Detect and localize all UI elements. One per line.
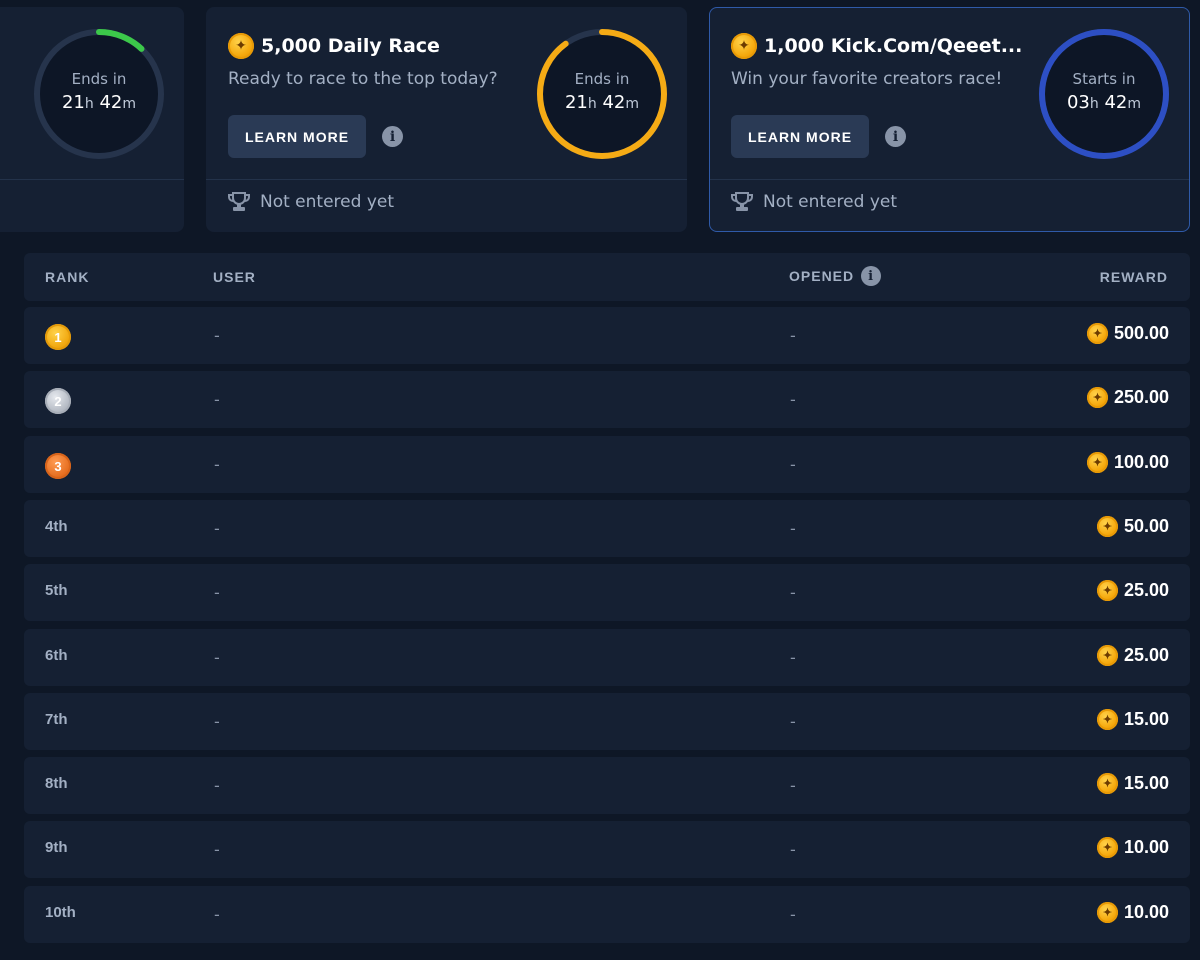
card-divider [0, 179, 184, 180]
timer-label: Ends in [71, 70, 127, 88]
opened-cell: - [790, 840, 796, 859]
opened-cell: - [790, 455, 796, 474]
info-icon[interactable]: i [885, 126, 906, 147]
card-divider [206, 179, 687, 180]
rank-label: 7th [45, 711, 68, 728]
table-row: 6th - - 25.00 [24, 629, 1190, 686]
race-timer-ring: Ends in 21h 42m [535, 27, 669, 161]
opened-cell: - [790, 905, 796, 924]
race-timer-ring: Ends in 21h 42m [32, 27, 166, 161]
user-cell: - [214, 583, 220, 602]
race-description: Ready to race to the top today? [228, 69, 498, 89]
coin-icon [1096, 580, 1118, 601]
coin-icon [1086, 452, 1108, 473]
timer-value: 21h 42m [61, 92, 137, 113]
reward-cell: 50.00 [1096, 516, 1169, 537]
race-card-partial[interactable]: Ends in 21h 42m [0, 7, 184, 232]
table-row: 10th - - 10.00 [24, 886, 1190, 943]
rank-label: 9th [45, 839, 68, 856]
race-timer-ring: Starts in 03h 42m [1037, 27, 1171, 161]
trophy-icon [228, 191, 250, 213]
rank-medal-bronze-icon: 3 [45, 453, 71, 479]
reward-cell: 100.00 [1086, 452, 1169, 473]
trophy-icon [731, 191, 753, 213]
reward-cell: 25.00 [1096, 645, 1169, 666]
coin-icon [1086, 323, 1108, 344]
learn-more-button[interactable]: LEARN MORE [731, 115, 869, 158]
opened-cell: - [790, 519, 796, 538]
race-title: 1,000 Kick.Com/Qeeet... [731, 33, 1022, 59]
coin-icon [731, 33, 757, 59]
entry-status: Not entered yet [731, 191, 897, 213]
rank-medal-gold-icon: 1 [45, 324, 71, 350]
table-row: 4th - - 50.00 [24, 500, 1190, 557]
coin-icon [1096, 902, 1118, 923]
reward-cell: 15.00 [1096, 709, 1169, 730]
user-cell: - [214, 455, 220, 474]
reward-cell: 25.00 [1096, 580, 1169, 601]
coin-icon [228, 33, 254, 59]
user-cell: - [214, 840, 220, 859]
reward-cell: 250.00 [1086, 387, 1169, 408]
opened-cell: - [790, 648, 796, 667]
race-description: Win your favorite creators race! [731, 69, 1003, 89]
learn-more-button[interactable]: LEARN MORE [228, 115, 366, 158]
rank-label: 6th [45, 647, 68, 664]
column-header-reward: REWARD [1099, 269, 1168, 285]
rank-label: 4th [45, 518, 68, 535]
info-icon[interactable]: i [382, 126, 403, 147]
timer-label: Ends in [574, 70, 630, 88]
opened-cell: - [790, 712, 796, 731]
coin-icon [1096, 773, 1118, 794]
table-row: 3 - - 100.00 [24, 436, 1190, 493]
opened-cell: - [790, 326, 796, 345]
table-row: 5th - - 25.00 [24, 564, 1190, 621]
race-card-daily[interactable]: 5,000 Daily Race Ready to race to the to… [206, 7, 687, 232]
user-cell: - [214, 648, 220, 667]
column-header-opened: OPENED i [789, 266, 882, 286]
user-cell: - [214, 326, 220, 345]
timer-value: 21h 42m [564, 92, 640, 113]
user-cell: - [214, 712, 220, 731]
rank-label: 8th [45, 775, 68, 792]
reward-cell: 10.00 [1096, 902, 1169, 923]
reward-cell: 500.00 [1086, 323, 1169, 344]
opened-cell: - [790, 776, 796, 795]
info-icon[interactable]: i [861, 266, 882, 286]
reward-cell: 10.00 [1096, 837, 1169, 858]
coin-icon [1096, 837, 1118, 858]
column-header-user: USER [213, 269, 256, 285]
user-cell: - [214, 519, 220, 538]
race-title: 5,000 Daily Race [228, 33, 440, 59]
table-row: 1 - - 500.00 [24, 307, 1190, 364]
user-cell: - [214, 905, 220, 924]
table-row: 2 - - 250.00 [24, 371, 1190, 428]
opened-cell: - [790, 390, 796, 409]
rank-label: 5th [45, 582, 68, 599]
leaderboard-header: RANK USER OPENED i REWARD [24, 253, 1190, 301]
column-header-rank: RANK [45, 269, 90, 285]
coin-icon [1096, 645, 1118, 666]
opened-cell: - [790, 583, 796, 602]
user-cell: - [214, 390, 220, 409]
timer-value: 03h 42m [1066, 92, 1142, 113]
table-row: 7th - - 15.00 [24, 693, 1190, 750]
table-row: 8th - - 15.00 [24, 757, 1190, 814]
coin-icon [1086, 387, 1108, 408]
coin-icon [1096, 709, 1118, 730]
table-row: 9th - - 10.00 [24, 821, 1190, 878]
timer-label: Starts in [1072, 70, 1136, 88]
card-divider [710, 179, 1189, 180]
coin-icon [1096, 516, 1118, 537]
rank-label: 10th [45, 904, 76, 921]
entry-status: Not entered yet [228, 191, 394, 213]
race-card-kick[interactable]: 1,000 Kick.Com/Qeeet... Win your favorit… [709, 7, 1190, 232]
reward-cell: 15.00 [1096, 773, 1169, 794]
user-cell: - [214, 776, 220, 795]
rank-medal-silver-icon: 2 [45, 388, 71, 414]
